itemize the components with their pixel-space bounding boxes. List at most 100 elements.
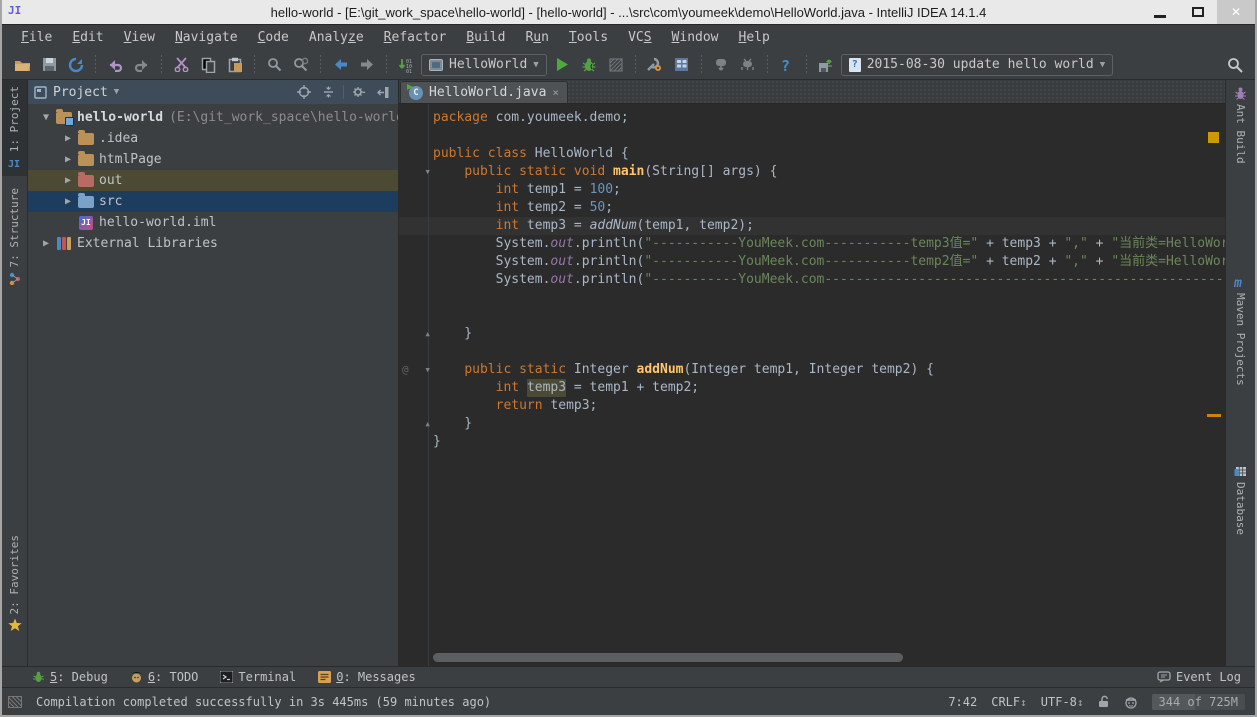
collapse-all-icon[interactable] bbox=[319, 83, 337, 101]
gutter-cell[interactable]: @▾ bbox=[399, 361, 433, 379]
tool-tab-ant-build[interactable]: Ant Build bbox=[1234, 80, 1247, 170]
tree-item-hello-world[interactable]: ▼hello-world (E:\git_work_space\hello-wo… bbox=[28, 107, 398, 128]
menu-tools[interactable]: Tools bbox=[560, 27, 617, 48]
open-file-icon[interactable] bbox=[10, 53, 34, 77]
hide-panel-icon[interactable] bbox=[374, 83, 392, 101]
android-sync-icon[interactable] bbox=[709, 53, 733, 77]
help-icon[interactable]: ? bbox=[775, 53, 799, 77]
redo-icon[interactable] bbox=[130, 53, 154, 77]
menu-code[interactable]: Code bbox=[249, 27, 298, 48]
gutter-cell[interactable] bbox=[399, 307, 433, 325]
editor-tab-helloworld[interactable]: C HelloWorld.java × bbox=[400, 81, 568, 103]
menu-analyze[interactable]: Analyze bbox=[300, 27, 373, 48]
tree-collapsed-arrow[interactable]: ▶ bbox=[60, 133, 76, 144]
gutter-cell[interactable] bbox=[399, 145, 433, 163]
android-monitor-icon[interactable] bbox=[736, 53, 760, 77]
tree-item--idea[interactable]: ▶.idea bbox=[28, 128, 398, 149]
tree-item-out[interactable]: ▶out bbox=[28, 170, 398, 191]
menu-edit[interactable]: Edit bbox=[63, 27, 112, 48]
gear-icon[interactable] bbox=[350, 83, 368, 101]
event-log-button[interactable]: Event Log bbox=[1157, 670, 1241, 684]
back-icon[interactable] bbox=[328, 53, 352, 77]
gutter-cell[interactable]: ▴ bbox=[399, 415, 433, 433]
chevron-down-icon[interactable]: ▼ bbox=[114, 87, 119, 97]
menu-refactor[interactable]: Refactor bbox=[375, 27, 456, 48]
run-icon[interactable] bbox=[550, 53, 574, 77]
tree-collapsed-arrow[interactable]: ▶ bbox=[38, 238, 54, 249]
gutter-cell[interactable] bbox=[399, 379, 433, 397]
tool-tab-database[interactable]: Database bbox=[1234, 459, 1248, 541]
encoding-select[interactable]: UTF-8↕ bbox=[1041, 695, 1084, 709]
code-editor[interactable]: package com.youmeek.demo;public class He… bbox=[399, 104, 1225, 666]
debug-icon[interactable] bbox=[577, 53, 601, 77]
tool-tab-terminal[interactable]: Terminal bbox=[220, 670, 296, 684]
menu-view[interactable]: View bbox=[115, 27, 164, 48]
gutter-cell[interactable] bbox=[399, 253, 433, 271]
run-with-coverage-icon[interactable] bbox=[604, 53, 628, 77]
forward-icon[interactable] bbox=[355, 53, 379, 77]
gutter-cell[interactable] bbox=[399, 289, 433, 307]
vcs-message-select[interactable]: ? 2015-08-30 update hello world ▼ bbox=[841, 54, 1113, 76]
minimize-button[interactable] bbox=[1141, 0, 1179, 24]
gutter-cell[interactable] bbox=[399, 343, 433, 361]
fold-close-icon[interactable]: ▴ bbox=[424, 325, 431, 343]
settings-icon[interactable] bbox=[643, 53, 667, 77]
gutter-cell[interactable] bbox=[399, 397, 433, 415]
hector-inspector-icon[interactable] bbox=[1124, 695, 1138, 709]
replace-icon[interactable] bbox=[289, 53, 313, 77]
horizontal-scrollbar[interactable] bbox=[433, 653, 903, 662]
menu-build[interactable]: Build bbox=[457, 27, 514, 48]
find-icon[interactable] bbox=[262, 53, 286, 77]
copy-icon[interactable] bbox=[196, 53, 220, 77]
paste-icon[interactable] bbox=[223, 53, 247, 77]
project-header-title[interactable]: Project bbox=[53, 85, 108, 100]
tree-collapsed-arrow[interactable]: ▶ bbox=[60, 175, 76, 186]
locate-file-icon[interactable] bbox=[295, 83, 313, 101]
gutter-cell[interactable]: ▾ bbox=[399, 163, 433, 181]
tool-tab-favorites[interactable]: 2: Favorites bbox=[8, 529, 22, 638]
caret-position[interactable]: 7:42 bbox=[948, 695, 977, 709]
gutter-cell[interactable] bbox=[399, 217, 433, 235]
menu-file[interactable]: File bbox=[12, 27, 61, 48]
tool-tab-debug[interactable]: 5: Debug bbox=[32, 670, 108, 684]
gutter-cell[interactable] bbox=[399, 235, 433, 253]
lock-open-icon[interactable] bbox=[1098, 695, 1110, 708]
fold-open-icon[interactable]: ▾ bbox=[424, 361, 431, 379]
synchronize-icon[interactable] bbox=[64, 53, 88, 77]
menu-window[interactable]: Window bbox=[663, 27, 728, 48]
undo-icon[interactable] bbox=[103, 53, 127, 77]
gutter-cell[interactable]: ▴ bbox=[399, 325, 433, 343]
maximize-button[interactable] bbox=[1179, 0, 1217, 24]
line-ending-select[interactable]: CRLF↕ bbox=[991, 695, 1027, 709]
menu-run[interactable]: Run bbox=[516, 27, 557, 48]
tool-tab-project[interactable]: 1: Project JI bbox=[2, 80, 27, 176]
close-button[interactable]: ✕ bbox=[1217, 0, 1255, 24]
gutter-cell[interactable] bbox=[399, 271, 433, 289]
menu-navigate[interactable]: Navigate bbox=[166, 27, 247, 48]
search-everywhere-icon[interactable] bbox=[1223, 53, 1247, 77]
gutter-cell[interactable] bbox=[399, 109, 433, 127]
tree-collapsed-arrow[interactable]: ▶ bbox=[60, 154, 76, 165]
close-tab-icon[interactable]: × bbox=[552, 86, 559, 99]
tool-tab-todo[interactable]: 6: TODO bbox=[130, 670, 199, 684]
menu-vcs[interactable]: VCS bbox=[619, 27, 660, 48]
gutter-cell[interactable] bbox=[399, 199, 433, 217]
run-configuration-select[interactable]: HelloWorld ▼ bbox=[421, 54, 547, 76]
fold-close-icon[interactable]: ▴ bbox=[424, 415, 431, 433]
fold-open-icon[interactable]: ▾ bbox=[424, 163, 431, 181]
hash-build-order-icon[interactable]: 011001 bbox=[394, 53, 418, 77]
cut-icon[interactable] bbox=[169, 53, 193, 77]
tool-tab-maven[interactable]: m Maven Projects bbox=[1234, 270, 1248, 392]
memory-indicator[interactable]: 344 of 725M bbox=[1152, 694, 1245, 710]
commit-changes-icon[interactable] bbox=[814, 53, 838, 77]
gutter-cell[interactable] bbox=[399, 433, 433, 451]
tree-item-src[interactable]: ▶src bbox=[28, 191, 398, 212]
gutter-cell[interactable] bbox=[399, 127, 433, 145]
tree-expanded-arrow[interactable]: ▼ bbox=[38, 112, 54, 123]
toggle-toolwindow-bars-icon[interactable] bbox=[8, 696, 22, 708]
identifier-stripe-marker[interactable] bbox=[1207, 414, 1221, 417]
tree-item-htmlpage[interactable]: ▶htmlPage bbox=[28, 149, 398, 170]
gutter-cell[interactable] bbox=[399, 181, 433, 199]
save-all-icon[interactable] bbox=[37, 53, 61, 77]
tree-item-hello-world-iml[interactable]: JIhello-world.iml bbox=[28, 212, 398, 233]
